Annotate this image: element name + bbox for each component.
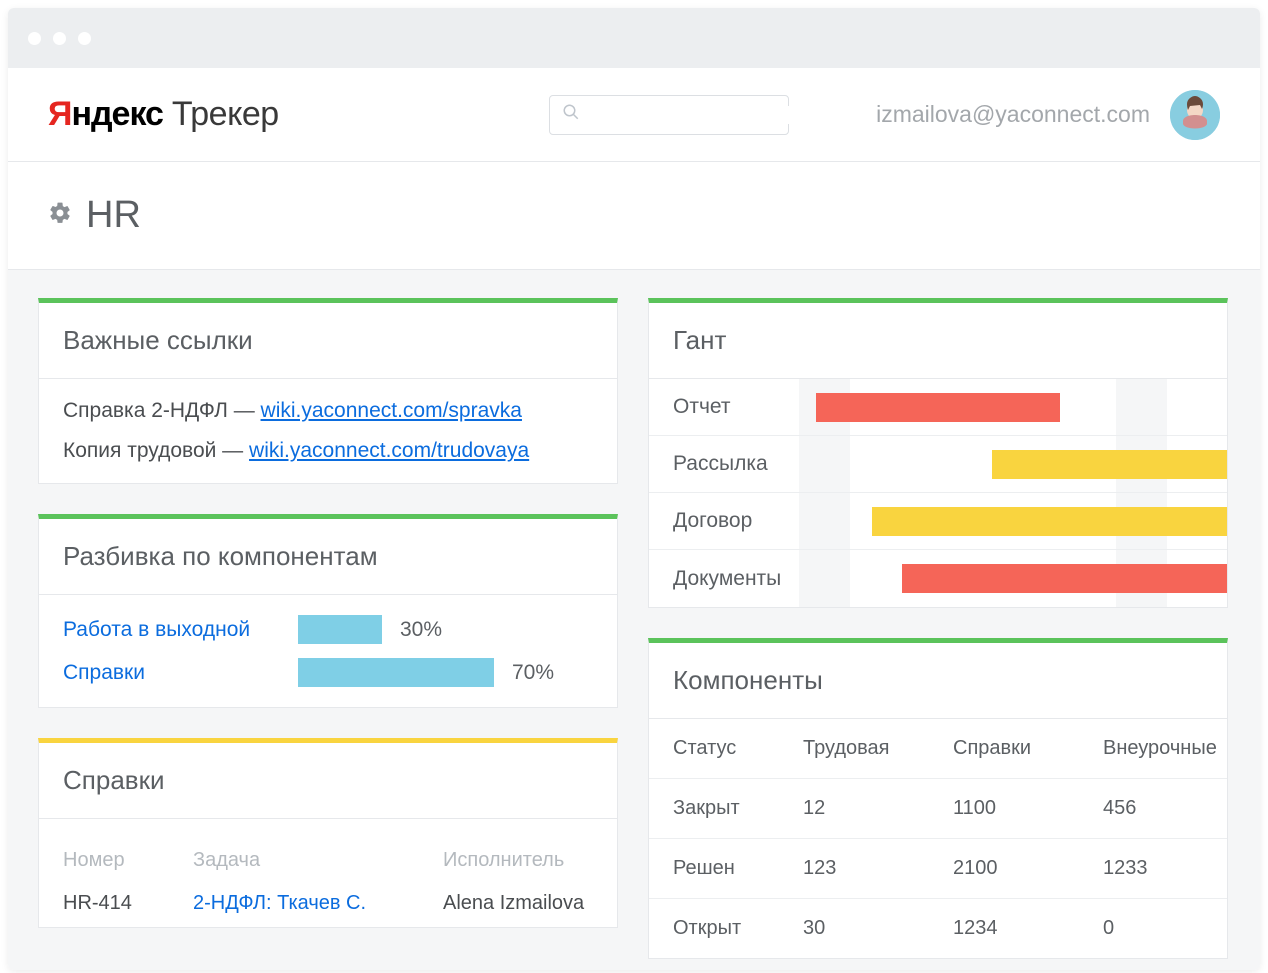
gantt-bar[interactable]	[902, 564, 1227, 593]
col-assignee: Исполнитель	[443, 839, 593, 884]
gantt-track	[799, 379, 1227, 435]
link-prefix: Копия трудовой —	[63, 439, 249, 462]
bar	[298, 615, 382, 644]
app-logo[interactable]: Яндекс Трекер	[48, 95, 279, 134]
card-gantt: Гант Отчет Рассылка Договор Документы	[648, 298, 1228, 608]
card-breakdown: Разбивка по компонентам Работа в выходно…	[38, 514, 618, 708]
cell: 1234	[929, 899, 1079, 959]
col-header: Статус	[649, 719, 779, 779]
cell: Открыт	[649, 899, 779, 959]
page-header: HR	[8, 162, 1260, 270]
gantt-row: Рассылка	[649, 436, 1227, 493]
gantt-track	[799, 436, 1227, 492]
gantt-row: Документы	[649, 550, 1227, 607]
gantt-bar[interactable]	[992, 450, 1227, 479]
page-title: HR	[86, 194, 141, 237]
component-link[interactable]: Работа в выходной	[63, 618, 250, 641]
cell: 123	[779, 839, 929, 899]
card-issues: Справки Номер Задача Исполнитель HR-414 …	[38, 738, 618, 928]
left-column: Важные ссылки Справка 2-НДФЛ — wiki.yaco…	[38, 298, 618, 970]
search-field[interactable]	[588, 106, 795, 124]
topbar: Яндекс Трекер izmailova@yaconnect.com	[8, 68, 1260, 162]
col-header: Внеурочные	[1079, 719, 1227, 779]
table-row[interactable]: HR-414 2-НДФЛ: Ткачев С. Alena Izmailova	[63, 884, 593, 923]
col-header: Справки	[929, 719, 1079, 779]
gantt-bar[interactable]	[872, 507, 1227, 536]
bar	[298, 658, 494, 687]
breakdown-row: Работа в выходной 30%	[63, 615, 593, 644]
cell: Закрыт	[649, 779, 779, 839]
card-components: Компоненты СтатусТрудоваяСправкиВнеурочн…	[648, 638, 1228, 959]
table-row[interactable]: Решен12321001233	[649, 839, 1227, 899]
gantt-bar[interactable]	[816, 393, 1060, 422]
link-row: Справка 2-НДФЛ — wiki.yaconnect.com/spra…	[63, 399, 593, 423]
col-id: Номер	[63, 839, 193, 884]
wiki-link[interactable]: wiki.yaconnect.com/spravka	[261, 399, 522, 422]
issues-table: Номер Задача Исполнитель HR-414 2-НДФЛ: …	[63, 839, 593, 923]
card-title: Справки	[39, 743, 617, 819]
titlebar	[8, 8, 1260, 68]
gantt-track	[799, 493, 1227, 549]
avatar[interactable]	[1170, 90, 1220, 140]
component-link[interactable]: Справки	[63, 661, 145, 684]
card-title: Разбивка по компонентам	[39, 519, 617, 595]
cell: 1100	[929, 779, 1079, 839]
card-title: Гант	[649, 303, 1227, 379]
search-input[interactable]	[549, 95, 789, 135]
issue-assignee: Alena Izmailova	[443, 884, 593, 923]
gantt-label: Документы	[649, 567, 799, 591]
gantt-row: Договор	[649, 493, 1227, 550]
issue-id: HR-414	[63, 884, 193, 923]
search-icon	[562, 103, 580, 126]
gantt-row: Отчет	[649, 379, 1227, 436]
window-control-dot[interactable]	[78, 32, 91, 45]
gantt-body: Отчет Рассылка Договор Документы	[649, 379, 1227, 607]
components-table: СтатусТрудоваяСправкиВнеурочные Закрыт12…	[649, 719, 1227, 958]
window-control-dot[interactable]	[28, 32, 41, 45]
table-row[interactable]: Закрыт121100456	[649, 779, 1227, 839]
cell: 30	[779, 899, 929, 959]
cell: Решен	[649, 839, 779, 899]
dashboard: Важные ссылки Справка 2-НДФЛ — wiki.yaco…	[8, 270, 1260, 970]
link-row: Копия трудовой — wiki.yaconnect.com/trud…	[63, 439, 593, 463]
right-column: Гант Отчет Рассылка Договор Документы Компо…	[648, 298, 1228, 970]
card-important-links: Важные ссылки Справка 2-НДФЛ — wiki.yaco…	[38, 298, 618, 484]
col-header: Трудовая	[779, 719, 929, 779]
link-prefix: Справка 2-НДФЛ —	[63, 399, 261, 422]
breakdown-row: Справки 70%	[63, 658, 593, 687]
issue-link[interactable]: 2-НДФЛ: Ткачев С.	[193, 892, 366, 914]
cell: 1233	[1079, 839, 1227, 899]
cell: 12	[779, 779, 929, 839]
card-title: Важные ссылки	[39, 303, 617, 379]
gantt-label: Отчет	[649, 395, 799, 419]
gantt-track	[799, 550, 1227, 607]
gantt-label: Договор	[649, 509, 799, 533]
cell: 456	[1079, 779, 1227, 839]
percent-label: 30%	[400, 618, 442, 642]
wiki-link[interactable]: wiki.yaconnect.com/trudovaya	[249, 439, 529, 462]
user-email[interactable]: izmailova@yaconnect.com	[876, 101, 1150, 128]
cell: 2100	[929, 839, 1079, 899]
card-title: Компоненты	[649, 643, 1227, 719]
window-control-dot[interactable]	[53, 32, 66, 45]
cell: 0	[1079, 899, 1227, 959]
percent-label: 70%	[512, 661, 554, 685]
gantt-label: Рассылка	[649, 452, 799, 476]
table-row[interactable]: Открыт3012340	[649, 899, 1227, 959]
app-window: Яндекс Трекер izmailova@yaconnect.com HR	[8, 8, 1260, 970]
col-task: Задача	[193, 839, 443, 884]
gear-icon[interactable]	[48, 201, 72, 230]
